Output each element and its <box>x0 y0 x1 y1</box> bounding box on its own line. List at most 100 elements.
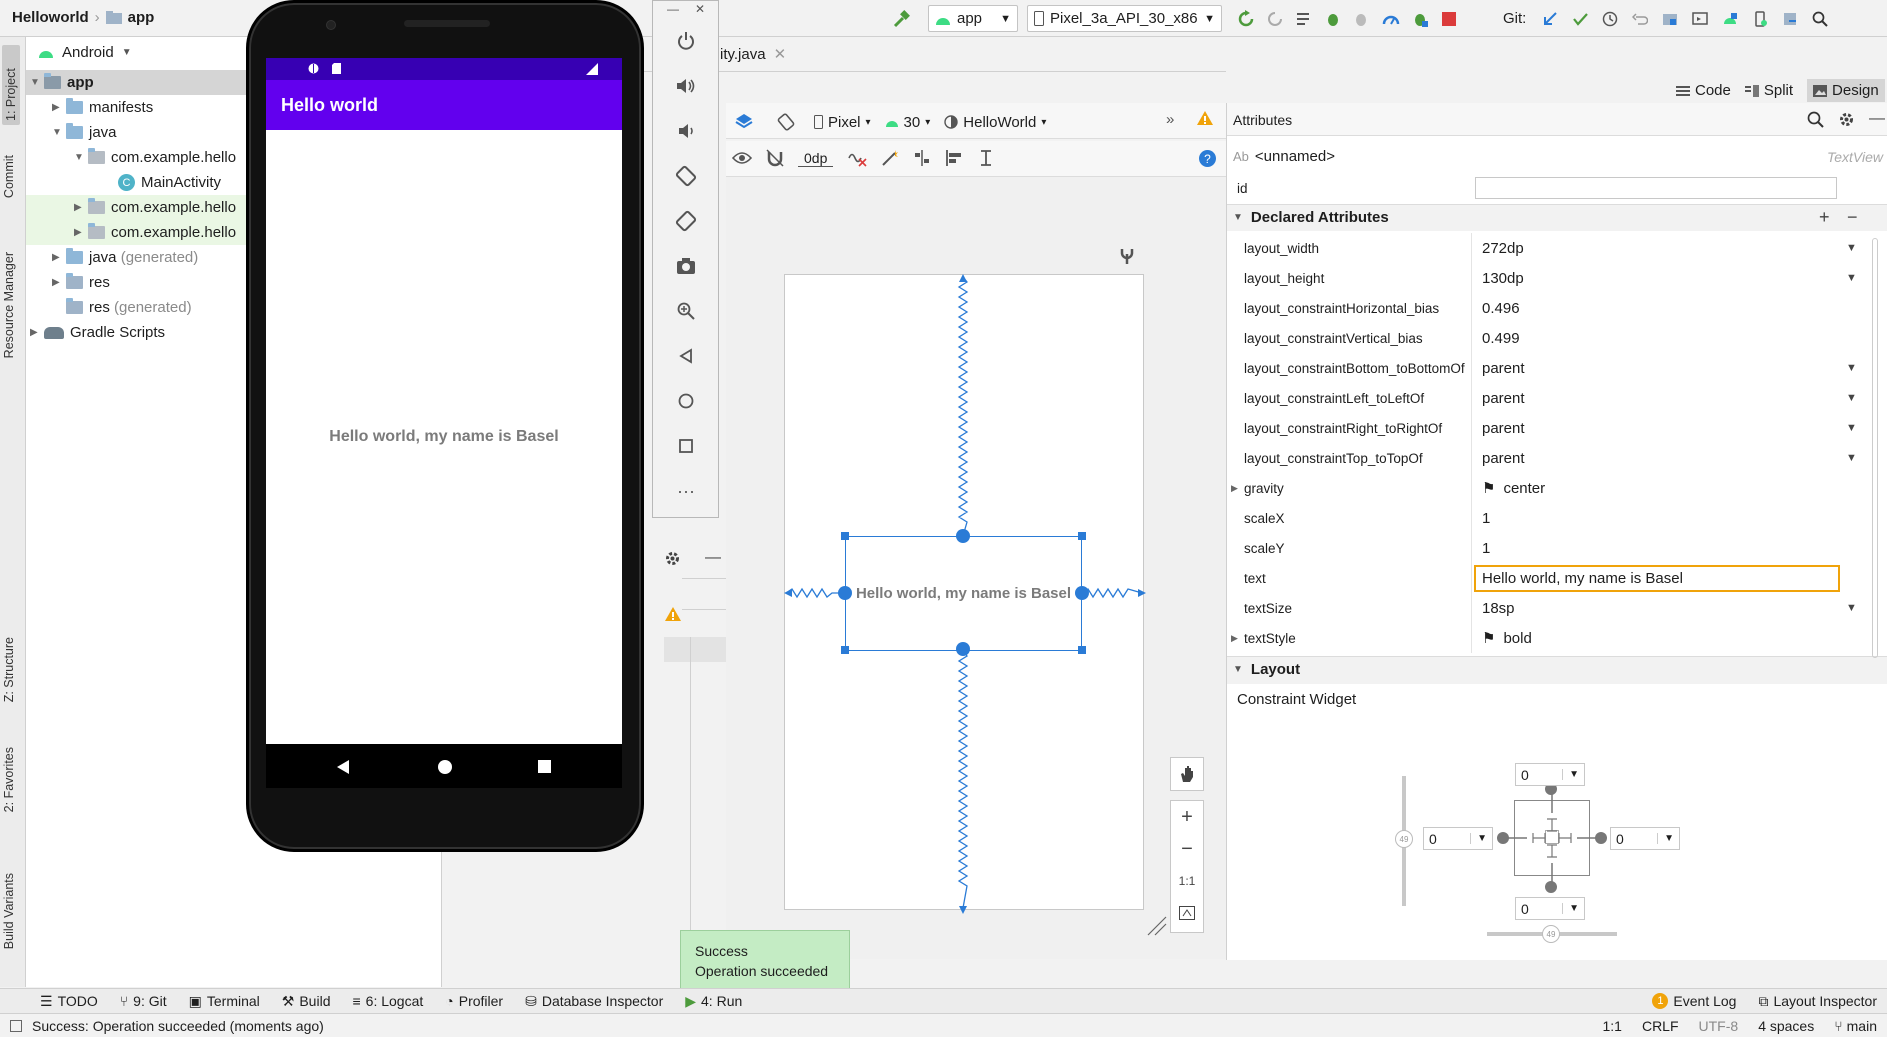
search-everywhere-icon[interactable] <box>1806 5 1834 33</box>
line-separator[interactable]: CRLF <box>1642 1018 1679 1034</box>
horizontal-bias-thumb[interactable]: 49 <box>1542 925 1560 943</box>
attr-value[interactable]: parent <box>1472 353 1846 383</box>
zoom-icon[interactable] <box>673 298 699 324</box>
debug-attach-icon[interactable] <box>1406 5 1434 33</box>
anchor-right[interactable] <box>1075 586 1089 600</box>
resize-handle[interactable] <box>841 646 849 654</box>
pan-tool-button[interactable] <box>1170 757 1204 791</box>
apply-changes-icon[interactable] <box>1261 5 1289 33</box>
nav-home-icon[interactable] <box>438 760 452 774</box>
expand-icon[interactable]: ▶ <box>1231 633 1238 644</box>
success-notification[interactable]: Success Operation succeeded <box>680 930 850 990</box>
tab-terminal[interactable]: ▣ Terminal <box>189 993 260 1010</box>
clear-constraints-icon[interactable] <box>847 149 867 167</box>
help-icon[interactable]: ? <box>1199 150 1216 167</box>
device-manager-icon[interactable] <box>1746 5 1774 33</box>
tab-commit[interactable]: Commit <box>2 155 16 198</box>
api-level-select[interactable]: 30 ▾ <box>885 114 930 131</box>
toggle-tool-windows-icon[interactable] <box>10 1019 22 1032</box>
rotate-right-icon[interactable] <box>673 208 699 234</box>
gear-icon[interactable] <box>1838 111 1855 128</box>
overview-icon[interactable] <box>673 433 699 459</box>
tree-item-java-generated[interactable]: ▶ java (generated) <box>52 245 198 270</box>
tree-item-package[interactable]: ▼ com.example.hello <box>74 145 236 170</box>
margin-top-select[interactable]: 0 ▼ <box>1515 763 1585 786</box>
eye-icon[interactable] <box>732 151 752 165</box>
pack-icon[interactable] <box>913 149 931 167</box>
tab-favorites[interactable]: 2: Favorites <box>2 747 16 812</box>
close-icon[interactable]: ✕ <box>695 2 705 16</box>
attr-value[interactable]: 130dp <box>1472 263 1846 293</box>
theme-select[interactable]: HelloWorld ▾ <box>944 114 1046 131</box>
camera-icon[interactable] <box>673 253 699 279</box>
chevron-down-icon[interactable]: ▼ <box>1846 362 1858 374</box>
align-icon[interactable] <box>945 149 963 167</box>
guidelines-icon[interactable] <box>977 149 995 167</box>
expand-icon[interactable]: ▶ <box>1231 483 1238 494</box>
minimize-icon[interactable]: — <box>1869 110 1885 128</box>
tab-logcat[interactable]: ≡ 6: Logcat <box>352 993 423 1009</box>
search-icon[interactable] <box>1807 111 1824 128</box>
remove-attribute-button[interactable]: − <box>1847 207 1858 228</box>
project-view-select[interactable]: Android ▼ <box>38 44 132 61</box>
view-mode-code[interactable]: Code <box>1676 82 1731 99</box>
attr-value[interactable]: center <box>1503 480 1545 497</box>
tab-todo[interactable]: ☰ TODO <box>40 993 98 1010</box>
tree-item-package-androidtest[interactable]: ▶ com.example.hello <box>74 195 236 220</box>
project-structure-icon[interactable] <box>1656 5 1684 33</box>
attr-value[interactable]: 272dp <box>1472 233 1846 263</box>
margin-left-select[interactable]: 0 ▼ <box>1423 827 1493 850</box>
tab-layout-inspector[interactable]: ⧉ Layout Inspector <box>1758 993 1877 1010</box>
rotate-left-icon[interactable] <box>673 163 699 189</box>
power-icon[interactable] <box>673 28 699 54</box>
zoom-fit-button[interactable] <box>1171 897 1203 929</box>
sdk-manager-icon[interactable] <box>1716 5 1744 33</box>
rerun-icon[interactable] <box>1232 5 1260 33</box>
orientation-icon[interactable] <box>772 108 800 136</box>
resize-handle[interactable] <box>1078 532 1086 540</box>
breadcrumb-module[interactable]: app <box>128 9 155 26</box>
emulator-screen[interactable] <box>266 58 622 744</box>
apply-code-changes-icon[interactable] <box>1290 5 1318 33</box>
device-select[interactable]: Pixel_3a_API_30_x86 ▼ <box>1027 5 1222 32</box>
warning-icon[interactable] <box>1196 110 1214 126</box>
chevron-down-icon[interactable]: ▼ <box>1846 392 1858 404</box>
text-attr-input[interactable]: Hello world, my name is Basel <box>1474 564 1840 592</box>
volume-down-icon[interactable] <box>673 118 699 144</box>
home-icon[interactable] <box>673 388 699 414</box>
attr-value[interactable]: 1 <box>1472 503 1887 533</box>
warning-icon[interactable] <box>664 606 682 622</box>
id-field[interactable] <box>1475 177 1837 199</box>
chevron-down-icon[interactable]: ▼ <box>1846 242 1858 254</box>
tab-structure[interactable]: Z: Structure <box>2 637 16 702</box>
tab-git[interactable]: ⑂ 9: Git <box>120 993 167 1009</box>
anchor-bottom[interactable] <box>956 642 970 656</box>
constraint-anchor-bottom[interactable] <box>1545 881 1557 893</box>
status-message[interactable]: Success: Operation succeeded (moments ag… <box>32 1018 324 1034</box>
tree-item-app[interactable]: ▼ app <box>30 70 94 95</box>
tab-event-log[interactable]: 1 Event Log <box>1652 993 1736 1009</box>
attr-value[interactable]: 0.496 <box>1472 293 1887 323</box>
tab-project[interactable]: 1: Project <box>2 45 20 125</box>
git-update-icon[interactable] <box>1536 5 1564 33</box>
back-icon[interactable] <box>673 343 699 369</box>
close-icon[interactable]: ✕ <box>774 45 787 63</box>
view-mode-design[interactable]: Design <box>1807 79 1885 102</box>
minimize-icon[interactable]: — <box>705 549 721 567</box>
run-config-select[interactable]: app ▼ <box>928 5 1018 32</box>
tree-item-java[interactable]: ▼ java <box>52 120 117 145</box>
minimize-icon[interactable]: — <box>667 2 679 16</box>
tab-build-variants[interactable]: Build Variants <box>2 873 16 949</box>
nav-back-icon[interactable] <box>336 760 350 774</box>
chevron-down-icon[interactable]: ▼ <box>1846 422 1858 434</box>
layout-section-header[interactable]: ▼ Layout <box>1233 661 1300 678</box>
magnet-off-icon[interactable] <box>766 149 784 167</box>
default-margin-field[interactable]: 0dp <box>798 150 834 167</box>
more-icon[interactable]: ··· <box>673 478 699 504</box>
build-hammer-icon[interactable] <box>887 5 915 33</box>
constraint-anchor-right[interactable] <box>1595 832 1607 844</box>
git-branch[interactable]: ⑂ main <box>1834 1018 1877 1034</box>
declared-attributes-header[interactable]: ▼ Declared Attributes <box>1233 209 1389 226</box>
attr-value[interactable]: parent <box>1472 443 1846 473</box>
caret-position[interactable]: 1:1 <box>1602 1018 1621 1034</box>
